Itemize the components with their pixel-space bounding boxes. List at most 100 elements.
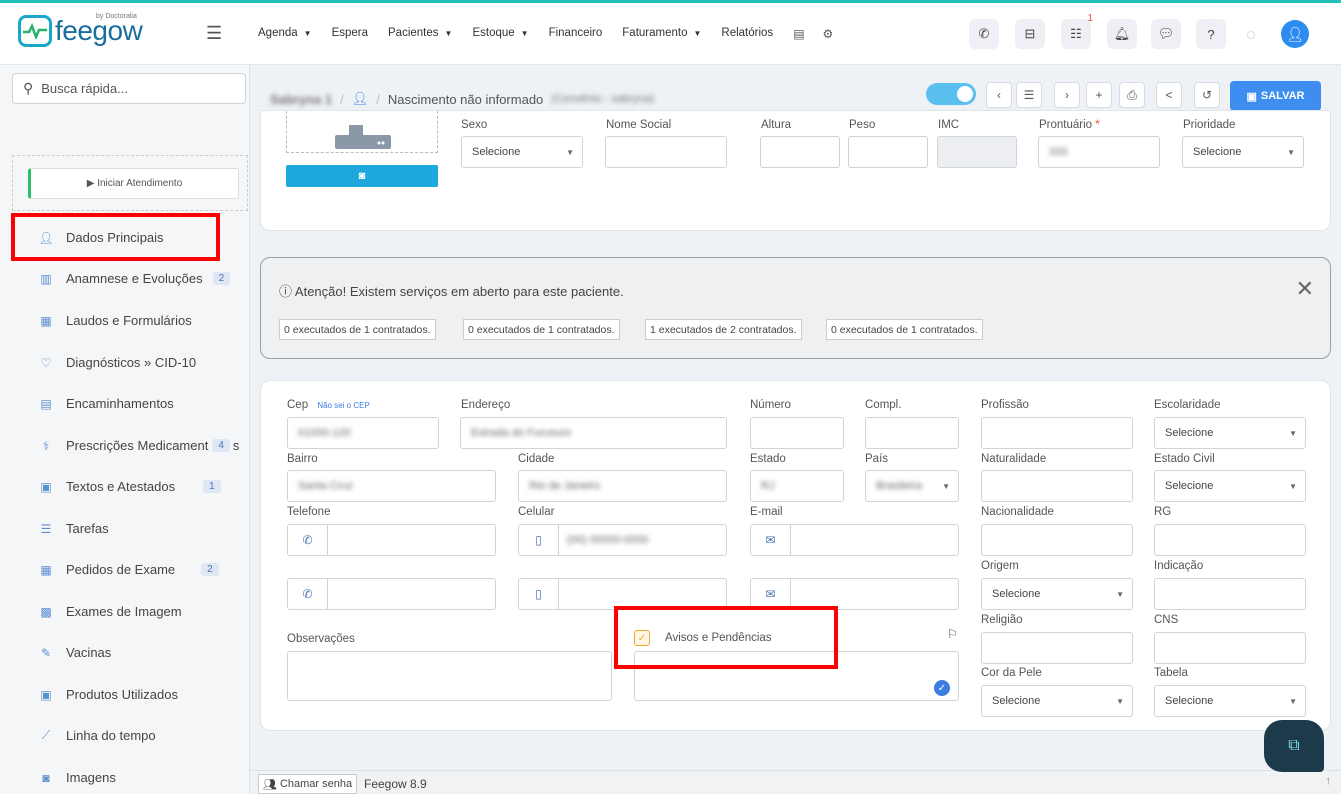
list-icon: ☰ — [40, 521, 52, 536]
sidebar-item-pedidos-exame[interactable]: ▦ Pedidos de Exame 2 — [38, 562, 219, 577]
pais-select[interactable]: Brasileira ▼ — [865, 470, 959, 502]
settings-icon[interactable]: ⚙ — [823, 27, 834, 41]
escolaridade-select[interactable]: Selecione ▼ — [1154, 417, 1306, 449]
share-icon[interactable]: < — [1156, 82, 1182, 108]
cidade-input[interactable]: Rio de Janeiro — [518, 470, 727, 502]
count-badge: 4 — [212, 439, 230, 452]
close-icon[interactable]: ✕ — [1296, 276, 1314, 302]
prev-icon[interactable]: ‹ — [986, 82, 1012, 108]
tabela-select[interactable]: Selecione ▼ — [1154, 685, 1306, 717]
help-icon[interactable]: ? — [1196, 19, 1226, 49]
chat-icon[interactable]: 💬︎ — [1151, 19, 1181, 49]
sidebar-item-imagens[interactable]: ◙ Imagens — [38, 770, 116, 785]
active-toggle[interactable] — [926, 83, 976, 105]
nome-social-input[interactable] — [605, 136, 727, 168]
prioridade-select[interactable]: Selecione ▼ — [1182, 136, 1304, 168]
naturalidade-input[interactable] — [981, 470, 1133, 502]
flag-icon[interactable]: ⚐ — [947, 627, 958, 641]
sidebar-item-encaminhamentos[interactable]: ▤ Encaminhamentos — [38, 396, 173, 411]
nacionalidade-input[interactable] — [981, 524, 1133, 556]
bottom-bar: 👥︎ Chamar senha Feegow 8.9 ↑ — [250, 770, 1341, 794]
envelope-icon: ✉ — [751, 579, 791, 609]
altura-input[interactable] — [760, 136, 840, 168]
quick-search-input[interactable]: ⚲ Busca rápida... — [12, 73, 246, 104]
phone-icon[interactable]: ✆ — [969, 19, 999, 49]
save-button[interactable]: ▣ SALVAR — [1230, 81, 1321, 111]
sidebar-item-diagnosticos[interactable]: ♡ Diagnósticos » CID-10 — [38, 355, 196, 370]
cep-input[interactable]: 01000-120 — [287, 417, 439, 449]
list-icon[interactable]: ☰ — [1016, 82, 1042, 108]
estado-civil-select[interactable]: Selecione ▼ — [1154, 470, 1306, 502]
phone-icon: ✆ — [288, 579, 328, 609]
convenio-info: (Convênio - sabryna) — [551, 93, 654, 105]
scroll-up-icon[interactable]: ↑ — [1326, 775, 1332, 787]
document-icon: ▤ — [40, 396, 52, 411]
service-pill[interactable]: 0 executados de 1 contratados. — [463, 319, 620, 340]
inbox-icon[interactable]: ⊟ — [1015, 19, 1045, 49]
cep-lookup-link[interactable]: Não sei o CEP — [317, 401, 369, 410]
service-pill[interactable]: 1 executados de 2 contratados. — [645, 319, 802, 340]
sidebar-item-prescricoes[interactable]: ⚕ Prescrições Medicament 4 s — [38, 438, 240, 453]
estado-input[interactable]: RJ — [750, 470, 844, 502]
sidebar-item-anamnese[interactable]: ▥ Anamnese e Evoluções 2 — [38, 271, 231, 286]
menu-relatorios[interactable]: Relatórios — [721, 27, 773, 41]
support-chat-button[interactable]: ⧉ — [1264, 720, 1324, 772]
service-pill[interactable]: 0 executados de 1 contratados. — [826, 319, 983, 340]
feegow-logo[interactable]: feegow by Doctoralia — [18, 13, 143, 47]
complemento-input[interactable] — [865, 417, 959, 449]
origem-select[interactable]: Selecione ▼ — [981, 578, 1133, 610]
add-icon[interactable]: + — [1086, 82, 1112, 108]
rg-input[interactable] — [1154, 524, 1306, 556]
sidebar-item-produtos[interactable]: ▣ Produtos Utilizados — [38, 687, 178, 702]
numero-input[interactable] — [750, 417, 844, 449]
telefone-input[interactable]: ✆ — [287, 524, 496, 556]
cns-input[interactable] — [1154, 632, 1306, 664]
file-text-icon: ▣ — [40, 479, 52, 494]
indicacao-input[interactable] — [1154, 578, 1306, 610]
history-icon[interactable]: ↺ — [1194, 82, 1220, 108]
celular-input[interactable]: ▯ (00) 00000-0000 — [518, 524, 727, 556]
label-cep: Cep Não sei o CEP — [287, 399, 370, 411]
menu-espera[interactable]: Espera — [332, 27, 368, 41]
calendar-icon: ▦ — [40, 562, 52, 577]
menu-agenda[interactable]: Agenda ▼ — [258, 27, 312, 41]
sexo-select[interactable]: Selecione ▼ — [461, 136, 583, 168]
religiao-input[interactable] — [981, 632, 1133, 664]
menu-pacientes[interactable]: Pacientes ▼ — [388, 27, 452, 41]
patient-photo[interactable] — [286, 111, 438, 153]
telefone-2-input[interactable]: ✆ — [287, 578, 496, 610]
user-avatar-icon[interactable]: 👤︎ — [1281, 20, 1309, 48]
camera-button[interactable]: ◙ — [286, 165, 438, 187]
cor-pele-select[interactable]: Selecione ▼ — [981, 685, 1133, 717]
hamburger-menu-icon[interactable]: ☰ — [206, 23, 222, 44]
sidebar-item-vacinas[interactable]: ✎ Vacinas — [38, 645, 111, 660]
label-rg: RG — [1154, 506, 1172, 518]
email-input[interactable]: ✉ — [750, 524, 959, 556]
timeline-icon: ⟋ — [41, 728, 51, 742]
menu-financeiro[interactable]: Financeiro — [549, 27, 603, 41]
bell-icon[interactable]: 🔔︎ — [1107, 19, 1137, 49]
label-endereco: Endereço — [461, 399, 511, 411]
profissao-input[interactable] — [981, 417, 1133, 449]
start-attendance-area: ▶ Iniciar Atendimento — [12, 155, 248, 211]
sidebar-item-textos[interactable]: ▣ Textos e Atestados 1 — [38, 479, 221, 494]
sidebar-item-tarefas[interactable]: ☰ Tarefas — [38, 521, 109, 536]
print-icon[interactable]: ⎙ — [1119, 82, 1145, 108]
call-ticket-button[interactable]: 👥︎ Chamar senha — [258, 774, 358, 794]
task-list-icon[interactable]: ☷ 1 — [1061, 13, 1093, 49]
endereco-input[interactable]: Estrada do Furusuro — [460, 417, 727, 449]
menu-estoque[interactable]: Estoque ▼ — [472, 27, 528, 41]
database-icon[interactable]: ▤ — [793, 27, 804, 41]
peso-input[interactable] — [848, 136, 928, 168]
next-icon[interactable]: › — [1054, 82, 1080, 108]
service-pill[interactable]: 0 executados de 1 contratados. — [279, 319, 436, 340]
sidebar-item-exames-imagem[interactable]: ▩ Exames de Imagem — [38, 604, 181, 619]
sidebar-item-laudos[interactable]: ▦ Laudos e Formulários — [38, 313, 191, 328]
observacoes-textarea[interactable] — [287, 651, 612, 701]
prontuario-input[interactable]: 333 — [1038, 136, 1160, 168]
menu-faturamento[interactable]: Faturamento ▼ — [622, 27, 701, 41]
bairro-input[interactable]: Santa Cruz — [287, 470, 496, 502]
sidebar-item-linha-tempo[interactable]: ⟋ Linha do tempo — [38, 728, 156, 743]
start-attendance-button[interactable]: ▶ Iniciar Atendimento — [28, 168, 239, 199]
count-badge: 2 — [212, 272, 231, 285]
